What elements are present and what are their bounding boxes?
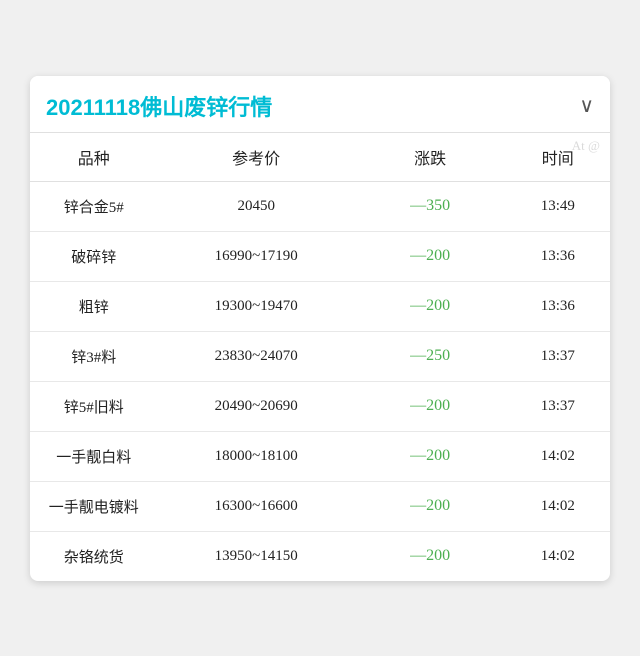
collapse-arrow[interactable]: ∨ [579,93,594,118]
cell-change: —250 [355,331,506,381]
header-title: 20211118佛山废锌行情 [46,90,272,122]
cell-change: —200 [355,381,506,431]
watermark: At @ [572,136,600,157]
table-row: 杂铬统货13950~14150—20014:02 [30,531,610,581]
cell-price: 16300~16600 [158,481,355,531]
cell-price: 13950~14150 [158,531,355,581]
market-card: 20211118佛山废锌行情 ∨ At @ 品种 参考价 涨跌 时间 锌合金5#… [30,76,610,581]
cell-time: 13:36 [506,281,610,331]
cell-time: 14:02 [506,531,610,581]
cell-time: 13:37 [506,331,610,381]
cell-time: 13:37 [506,381,610,431]
cell-name: 锌合金5# [30,181,158,231]
cell-change: —200 [355,531,506,581]
card-header: 20211118佛山废锌行情 ∨ [30,76,610,133]
cell-name: 杂铬统货 [30,531,158,581]
cell-time: 13:49 [506,181,610,231]
cell-change: —200 [355,431,506,481]
table-row: 锌5#旧料20490~20690—20013:37 [30,381,610,431]
cell-name: 一手靓电镀料 [30,481,158,531]
cell-name: 锌3#料 [30,331,158,381]
table-row: 一手靓白料18000~18100—20014:02 [30,431,610,481]
table-row: 一手靓电镀料16300~16600—20014:02 [30,481,610,531]
cell-change: —350 [355,181,506,231]
market-table: 品种 参考价 涨跌 时间 锌合金5#20450—35013:49破碎锌16990… [30,133,610,581]
table-header-row: 品种 参考价 涨跌 时间 [30,133,610,182]
cell-price: 16990~17190 [158,231,355,281]
cell-time: 13:36 [506,231,610,281]
cell-price: 18000~18100 [158,431,355,481]
col-header-change: 涨跌 [355,133,506,182]
cell-name: 粗锌 [30,281,158,331]
cell-time: 14:02 [506,431,610,481]
cell-name: 锌5#旧料 [30,381,158,431]
cell-name: 破碎锌 [30,231,158,281]
table-row: 锌3#料23830~24070—25013:37 [30,331,610,381]
cell-price: 23830~24070 [158,331,355,381]
table-row: 破碎锌16990~17190—20013:36 [30,231,610,281]
col-header-name: 品种 [30,133,158,182]
cell-change: —200 [355,231,506,281]
col-header-price: 参考价 [158,133,355,182]
cell-price: 19300~19470 [158,281,355,331]
cell-change: —200 [355,281,506,331]
cell-time: 14:02 [506,481,610,531]
cell-name: 一手靓白料 [30,431,158,481]
cell-price: 20450 [158,181,355,231]
table-row: 锌合金5#20450—35013:49 [30,181,610,231]
table-row: 粗锌19300~19470—20013:36 [30,281,610,331]
cell-change: —200 [355,481,506,531]
cell-price: 20490~20690 [158,381,355,431]
